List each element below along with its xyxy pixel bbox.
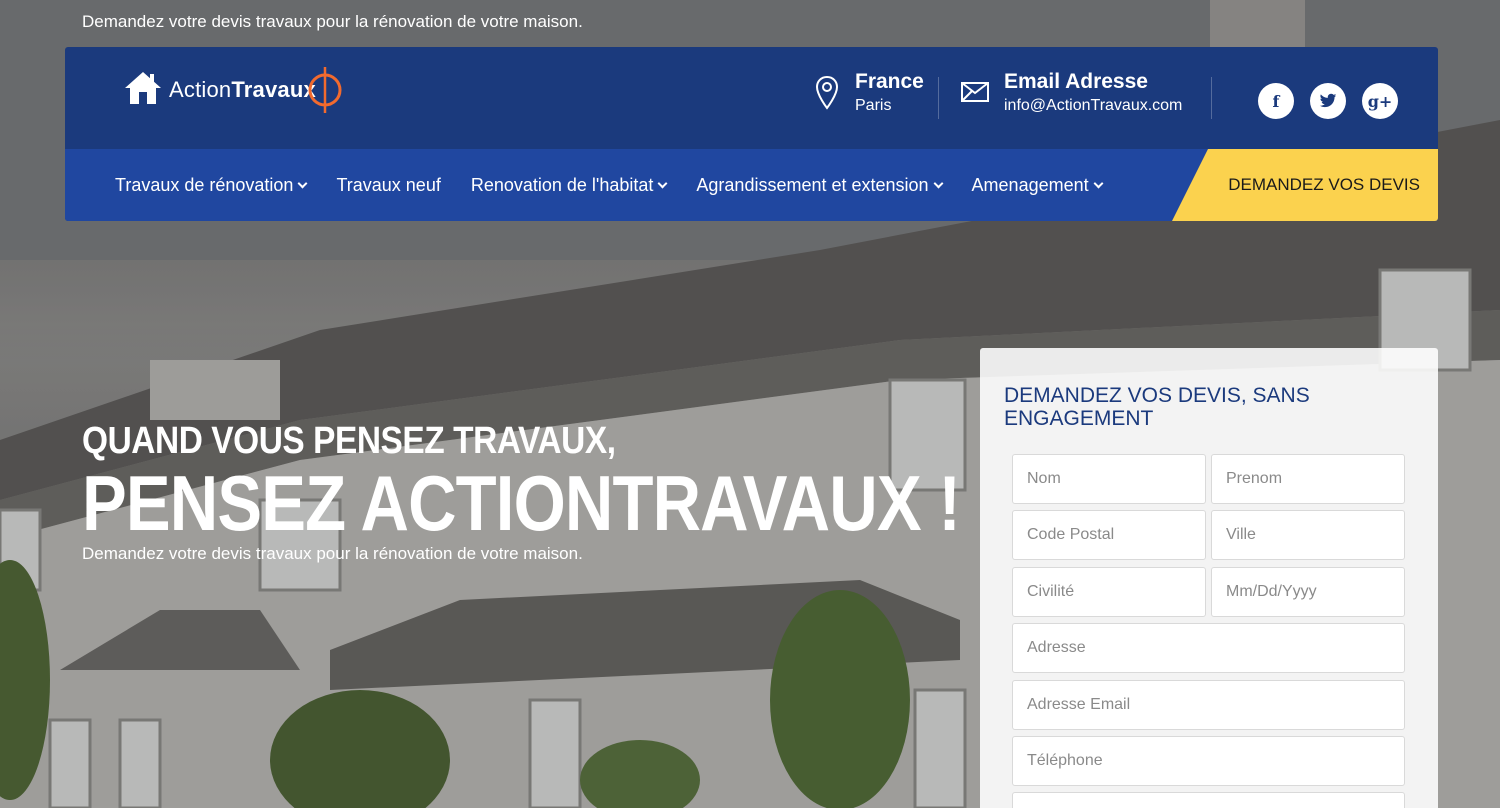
nav-item-travaux-neuf[interactable]: Travaux neuf (336, 175, 440, 196)
nav-label: Travaux neuf (336, 174, 441, 195)
email-title: Email Adresse (1004, 70, 1148, 93)
chevron-down-icon (933, 178, 943, 188)
quote-form-panel: DEMANDEZ VOS DEVIS, SANS ENGAGEMENT (980, 348, 1438, 808)
social-links: f g+ (1258, 83, 1398, 119)
envelope-icon (960, 75, 990, 111)
site-header: ActionTravaux France Paris Email Adresse… (65, 47, 1438, 221)
logo-text-travaux: Travaux (231, 77, 316, 102)
logo-text: ActionTravaux (169, 77, 316, 103)
telephone-input[interactable] (1012, 736, 1405, 786)
chevron-down-icon (1093, 178, 1104, 188)
header-divider (938, 77, 939, 119)
next-field-partial[interactable] (1012, 792, 1405, 808)
hero-line-1: QUAND VOUS PENSEZ TRAVAUX, (82, 420, 616, 462)
target-icon (307, 65, 343, 120)
twitter-icon[interactable] (1310, 83, 1346, 119)
nav-label: Renovation de l'habitat (470, 174, 654, 195)
civilite-select[interactable] (1012, 567, 1206, 617)
email-address-link[interactable]: info@ActionTravaux.com (1004, 95, 1182, 117)
email-input[interactable] (1012, 680, 1405, 730)
nav-label: Travaux de rénovation (115, 174, 294, 195)
ville-input[interactable] (1211, 510, 1405, 560)
prenom-input[interactable] (1211, 454, 1405, 504)
date-input[interactable] (1211, 567, 1405, 617)
location-title: France (855, 70, 924, 93)
header-top-bar: ActionTravaux France Paris Email Adresse… (65, 47, 1438, 149)
site-logo[interactable]: ActionTravaux (123, 65, 343, 115)
nav-item-renovation-habitat[interactable]: Renovation de l'habitat (470, 174, 668, 196)
chevron-down-icon (297, 178, 308, 188)
form-title: DEMANDEZ VOS DEVIS, SANS ENGAGEMENT (1004, 384, 1310, 430)
hero-heading: QUAND VOUS PENSEZ TRAVAUX, PENSEZ ACTION… (82, 420, 1103, 545)
request-quote-button[interactable]: DEMANDEZ VOS DEVIS (1172, 149, 1438, 221)
nav-label: Amenagement (971, 174, 1089, 195)
hero-line-2: PENSEZ ACTIONTRAVAUX ! (82, 459, 961, 547)
adresse-input[interactable] (1012, 623, 1405, 673)
facebook-icon[interactable]: f (1258, 83, 1294, 119)
hero-description: Demandez votre devis travaux pour la rén… (82, 544, 583, 563)
location-sub: Paris (855, 97, 892, 114)
logo-text-action: Action (169, 77, 232, 102)
top-tagline: Demandez votre devis travaux pour la rén… (82, 12, 583, 31)
nav-item-amenagement[interactable]: Amenagement (971, 174, 1104, 196)
contact-location: France Paris (815, 69, 924, 117)
nom-input[interactable] (1012, 454, 1206, 504)
nav-item-travaux-renovation[interactable]: Travaux de rénovation (115, 174, 308, 196)
code-postal-input[interactable] (1012, 510, 1206, 560)
main-navigation: Travaux de rénovation Travaux neuf Renov… (65, 149, 1438, 221)
chevron-down-icon (657, 178, 668, 188)
google-plus-icon[interactable]: g+ (1362, 83, 1398, 119)
nav-label: Agrandissement et extension (696, 174, 929, 195)
nav-item-agrandissement[interactable]: Agrandissement et extension (696, 174, 943, 196)
house-icon (123, 70, 163, 111)
header-divider (1211, 77, 1212, 119)
map-pin-icon (815, 75, 841, 111)
contact-email: Email Adresse info@ActionTravaux.com (960, 69, 1182, 117)
